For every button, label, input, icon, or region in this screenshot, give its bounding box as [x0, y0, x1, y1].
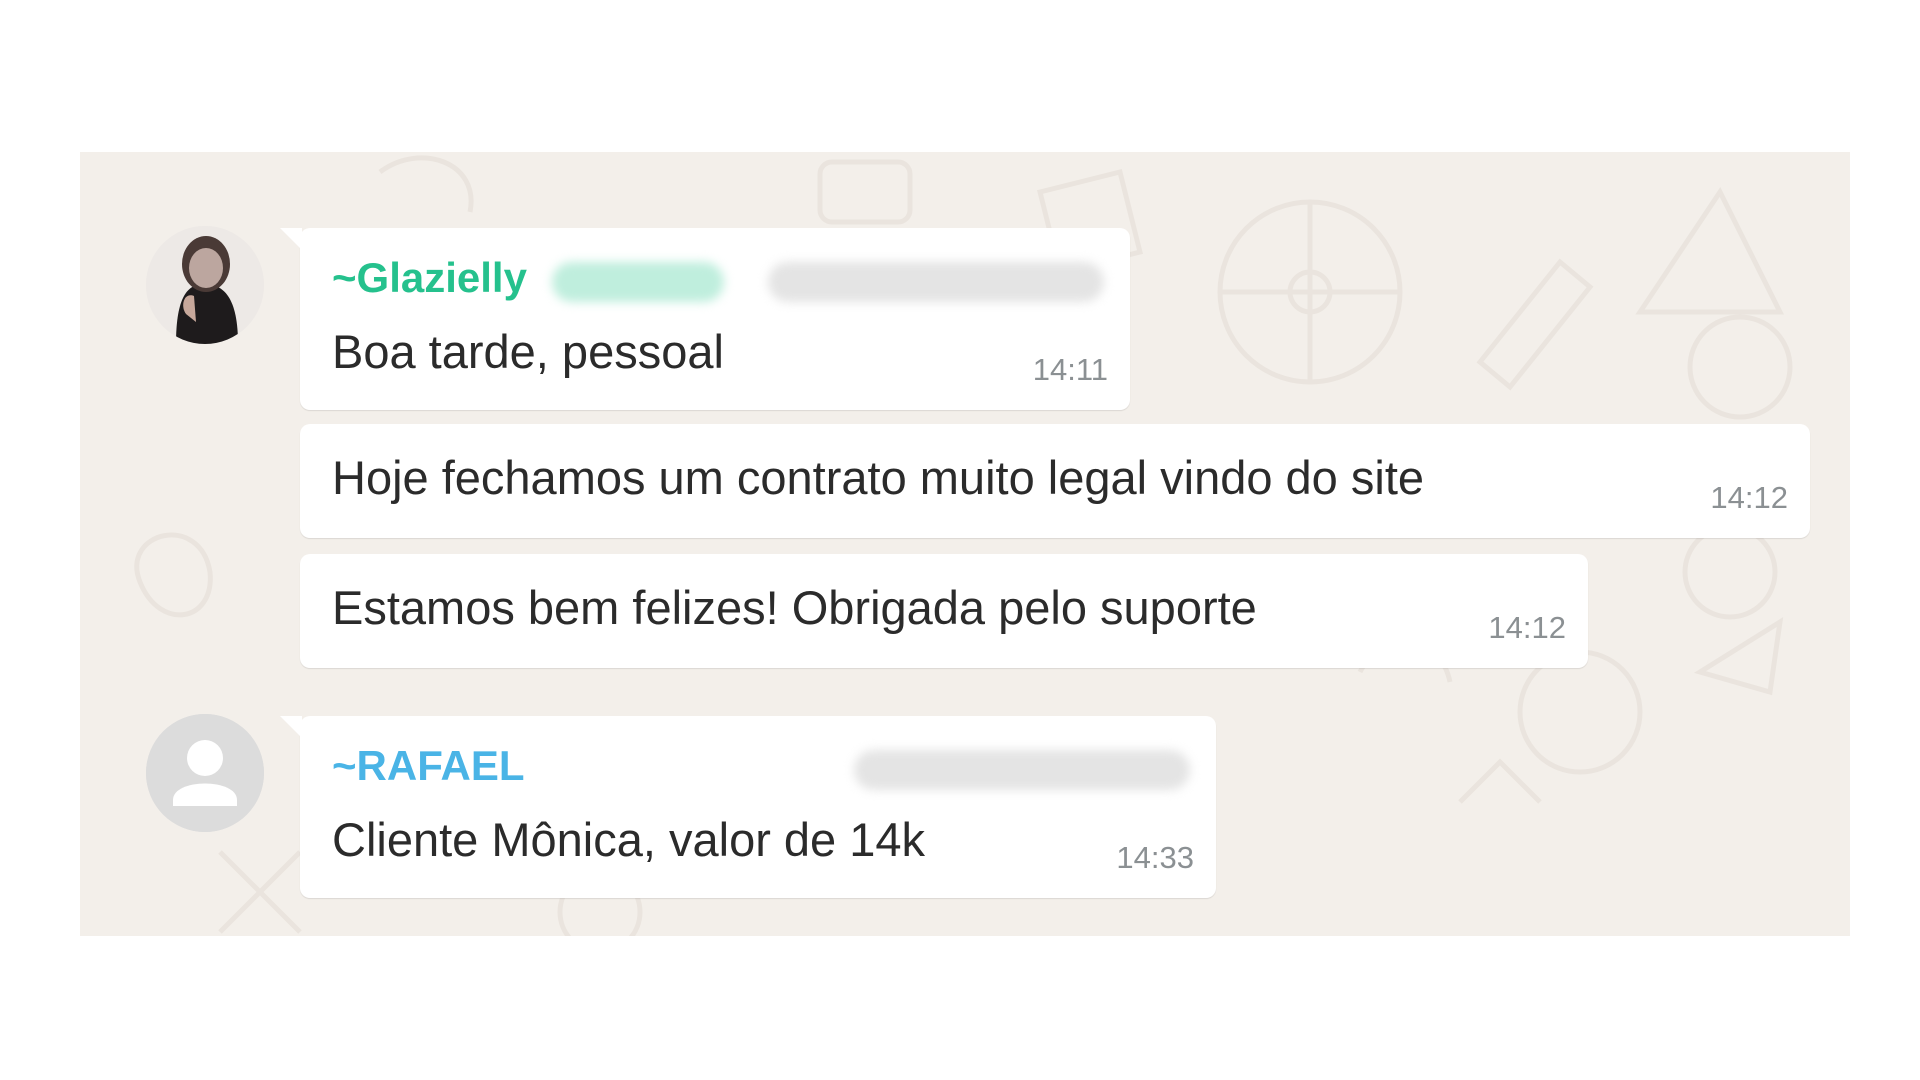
message-timestamp: 14:11: [1032, 352, 1108, 387]
redacted-surname: [552, 262, 724, 302]
message-text: Hoje fechamos um contrato muito legal vi…: [332, 451, 1425, 504]
sender-name[interactable]: ~Glazielly: [332, 254, 527, 302]
message-timestamp: 14:33: [1116, 840, 1194, 875]
sender-name[interactable]: ~RAFAEL: [332, 742, 525, 790]
message-text: Boa tarde, pessoal: [332, 325, 724, 378]
message-bubble[interactable]: Estamos bem felizes! Obrigada pelo supor…: [300, 554, 1588, 668]
message-bubble[interactable]: Hoje fechamos um contrato muito legal vi…: [300, 424, 1810, 538]
message-text: Cliente Mônica, valor de 14k: [332, 813, 926, 866]
message-timestamp: 14:12: [1488, 610, 1566, 645]
message-timestamp: 14:12: [1710, 480, 1788, 515]
user-photo-avatar[interactable]: [146, 226, 264, 344]
chat-panel[interactable]: ~Glazielly Boa tarde, pessoal 14:11 Hoje…: [80, 152, 1850, 936]
user-photo-icon: [146, 226, 264, 344]
message-bubble[interactable]: ~Glazielly Boa tarde, pessoal 14:11: [280, 228, 1130, 410]
message-bubble[interactable]: ~RAFAEL Cliente Mônica, valor de 14k 14:…: [280, 716, 1216, 898]
default-user-avatar-icon: [146, 714, 264, 832]
message-text: Estamos bem felizes! Obrigada pelo supor…: [332, 581, 1257, 634]
redacted-phone-number: [854, 750, 1190, 790]
default-user-avatar[interactable]: [146, 714, 264, 832]
redacted-phone-number: [768, 262, 1104, 302]
